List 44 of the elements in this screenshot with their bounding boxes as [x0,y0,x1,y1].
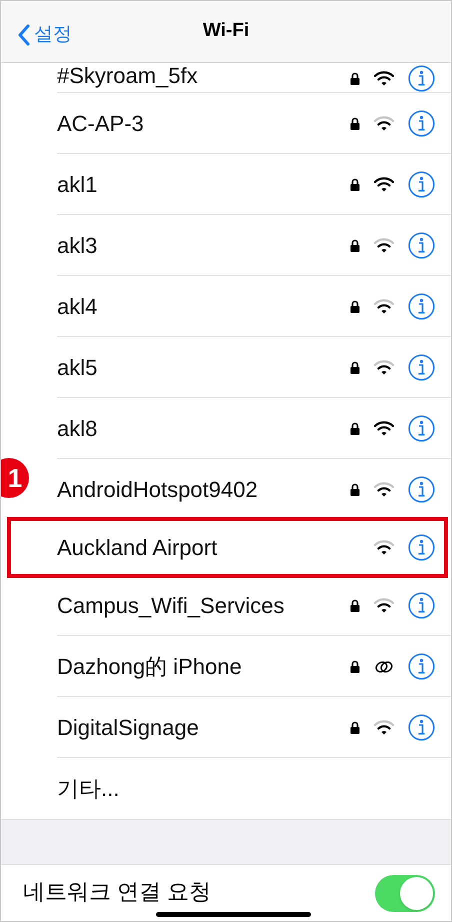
screen-title: Wi-Fi [202,19,250,44]
network-row[interactable]: 기타... [31,758,451,819]
info-icon[interactable] [408,714,435,741]
network-row[interactable]: AndroidHotspot9402 [31,459,451,520]
network-row[interactable]: #Skyroam_5fx [31,63,451,93]
network-row[interactable]: Campus_Wifi_Services [31,575,451,636]
info-icon[interactable] [408,592,435,619]
network-name: Auckland Airport [57,534,218,562]
chevron-left-icon [17,24,30,46]
info-icon[interactable] [408,232,435,259]
network-row[interactable]: AC-AP-3 [31,93,451,154]
network-name: DigitalSignage [57,714,200,742]
toggle-switch[interactable] [375,875,435,912]
info-icon[interactable] [408,171,435,198]
network-name: akl4 [57,293,98,321]
network-name: akl8 [57,415,98,443]
network-name: akl1 [57,171,98,199]
info-icon[interactable] [408,354,435,381]
network-name: AC-AP-3 [57,110,145,138]
info-icon[interactable] [408,476,435,503]
network-row[interactable]: akl1 [31,154,451,215]
network-name: akl5 [57,354,98,382]
network-row[interactable]: Auckland Airport [7,517,448,578]
info-icon[interactable] [408,415,435,442]
info-icon[interactable] [408,293,435,320]
ask-to-join-label: 네트워크 연결 요청 [23,878,212,906]
network-name: 기타... [57,775,120,803]
network-row[interactable]: DigitalSignage [31,697,451,758]
network-row[interactable]: Dazhong的 iPhone [31,636,451,697]
network-name: Campus_Wifi_Services [57,592,286,620]
network-name: akl3 [57,232,98,260]
network-name: #Skyroam_5fx [57,62,199,90]
step-badge: 1 [1,458,29,498]
info-icon[interactable] [408,110,435,137]
info-icon[interactable] [408,653,435,680]
network-name: Dazhong的 iPhone [57,653,243,681]
network-row[interactable]: akl4 [31,276,451,337]
network-row[interactable]: akl8 [31,398,451,459]
network-row[interactable]: akl3 [31,215,451,276]
network-row[interactable]: akl5 [31,337,451,398]
back-button[interactable]: 설정 [17,21,72,50]
network-name: AndroidHotspot9402 [57,476,259,504]
info-icon[interactable] [408,65,435,92]
info-icon[interactable] [408,534,435,561]
